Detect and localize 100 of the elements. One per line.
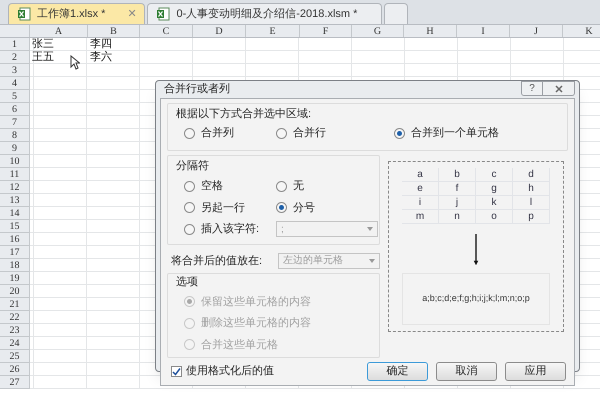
row-header[interactable]: 14 [0, 207, 30, 220]
preview-cell: o [476, 210, 513, 224]
row-header[interactable]: 20 [0, 285, 30, 298]
radio-label: 无 [293, 179, 304, 194]
group-label: 选项 [176, 275, 199, 290]
radio-button[interactable] [394, 128, 405, 139]
row-header[interactable]: 27 [0, 376, 30, 389]
preview-cell: d [513, 168, 550, 182]
cell-text: 李四 [90, 38, 112, 50]
column-header[interactable]: F [300, 25, 352, 37]
radio-button[interactable] [184, 180, 195, 192]
column-header[interactable]: E [246, 25, 300, 37]
column-header[interactable]: H [404, 25, 457, 37]
checkbox-label: 使用格式化后的值 [186, 364, 274, 380]
group-label: 分隔符 [176, 158, 210, 174]
preview-cell: a [402, 168, 439, 182]
column-header[interactable]: D [193, 25, 246, 37]
preview-cell: b [439, 168, 476, 182]
row-header[interactable]: 8 [0, 129, 30, 142]
row-header[interactable]: 12 [0, 181, 30, 194]
radio-label: 保留这些单元格的内容 [201, 294, 311, 310]
spreadsheet-icon [17, 7, 31, 21]
document-tab[interactable]: 0-人事变动明细及介绍信-2018.xlsm * [147, 3, 382, 24]
place-label: 将合并后的值放在: [171, 254, 262, 268]
radio-button[interactable] [276, 202, 287, 214]
preview-result: a;b;c;d;e;f;g;h;i;j;k;l;m;n;o;p [402, 272, 550, 324]
row-header[interactable]: 16 [0, 233, 30, 246]
preview-cell: c [476, 168, 513, 182]
down-arrow-icon [473, 234, 479, 265]
window-title: 合并行或者列 [163, 82, 230, 97]
radio-label: 合并到一个单元格 [411, 126, 499, 141]
preview-cell: j [439, 196, 476, 210]
radio-label: 另起一行 [201, 200, 245, 216]
cell-text: 张三 [32, 38, 54, 50]
mouse-pointer-icon [70, 55, 80, 70]
row-header[interactable]: 7 [0, 116, 30, 129]
radio-label: 合并这些单元格 [201, 338, 278, 352]
preview-cell: f [439, 182, 476, 196]
row-header[interactable]: 6 [0, 103, 30, 116]
column-header[interactable]: I [457, 25, 510, 37]
radio-button[interactable] [184, 202, 195, 214]
row-header[interactable]: 23 [0, 324, 30, 337]
close-button[interactable] [543, 81, 575, 96]
spreadsheet-icon [156, 7, 170, 21]
radio-label: 分号 [293, 200, 315, 216]
row-header[interactable]: 13 [0, 194, 30, 207]
preview-cell: n [439, 210, 476, 224]
row-header[interactable]: 19 [0, 272, 30, 285]
radio-button[interactable] [184, 128, 195, 139]
dialog-button[interactable]: 取消 [436, 362, 497, 381]
row-header[interactable]: 22 [0, 311, 30, 324]
row-header[interactable]: 1 [0, 38, 30, 51]
radio-label: 空格 [201, 178, 223, 194]
row-header[interactable]: 24 [0, 337, 30, 350]
check-icon [172, 367, 181, 376]
dropdown-arrow-icon [369, 258, 375, 263]
close-icon [554, 84, 562, 92]
dialog-button[interactable]: 确定 [367, 362, 428, 381]
column-header[interactable]: B [88, 25, 140, 37]
help-button[interactable]: ? [521, 81, 543, 96]
preview-cell: h [513, 182, 550, 196]
preview-cell: k [476, 196, 513, 210]
column-header[interactable]: C [140, 25, 193, 37]
dropdown-arrow-icon [367, 227, 373, 231]
row-header[interactable]: 10 [0, 155, 30, 168]
column-header[interactable]: G [352, 25, 404, 37]
row-header[interactable]: 11 [0, 168, 30, 181]
radio-button[interactable] [276, 128, 287, 139]
radio-label: 删除这些单元格的内容 [201, 316, 311, 331]
column-header[interactable]: J [510, 25, 563, 37]
cell-text: 李六 [90, 51, 112, 63]
row-header[interactable]: 9 [0, 142, 30, 155]
column-header[interactable]: A [30, 25, 88, 37]
document-tab[interactable] [384, 3, 408, 24]
radio-label: 合并行 [293, 126, 326, 141]
row-header[interactable]: 25 [0, 350, 30, 363]
preview-cell: p [513, 210, 550, 224]
row-header[interactable]: 18 [0, 259, 30, 272]
cell-text: 王五 [32, 51, 54, 63]
row-header[interactable]: 26 [0, 363, 30, 376]
group-label: 根据以下方式合并选中区域: [176, 106, 312, 122]
row-header[interactable]: 3 [0, 64, 30, 77]
row-header[interactable]: 17 [0, 246, 30, 259]
radio-button[interactable] [276, 180, 287, 192]
radio-label: 合并列 [201, 126, 234, 141]
preview-cell: e [402, 182, 439, 196]
row-header[interactable]: 21 [0, 298, 30, 311]
row-header[interactable]: 5 [0, 90, 30, 103]
document-tab[interactable]: 工作簿1.xlsx * ✕ [8, 3, 146, 24]
preview-cell: m [402, 210, 439, 224]
checkbox[interactable] [171, 366, 182, 377]
dialog-button[interactable]: 应用 [505, 362, 566, 381]
column-header[interactable]: K [563, 25, 600, 37]
preview-cell: g [476, 182, 513, 196]
row-header[interactable]: 2 [0, 51, 30, 64]
radio-button[interactable] [184, 224, 195, 235]
preview-cell: l [513, 196, 550, 210]
preview-cell: i [402, 196, 439, 210]
row-header[interactable]: 15 [0, 220, 30, 233]
row-header[interactable]: 4 [0, 77, 30, 90]
